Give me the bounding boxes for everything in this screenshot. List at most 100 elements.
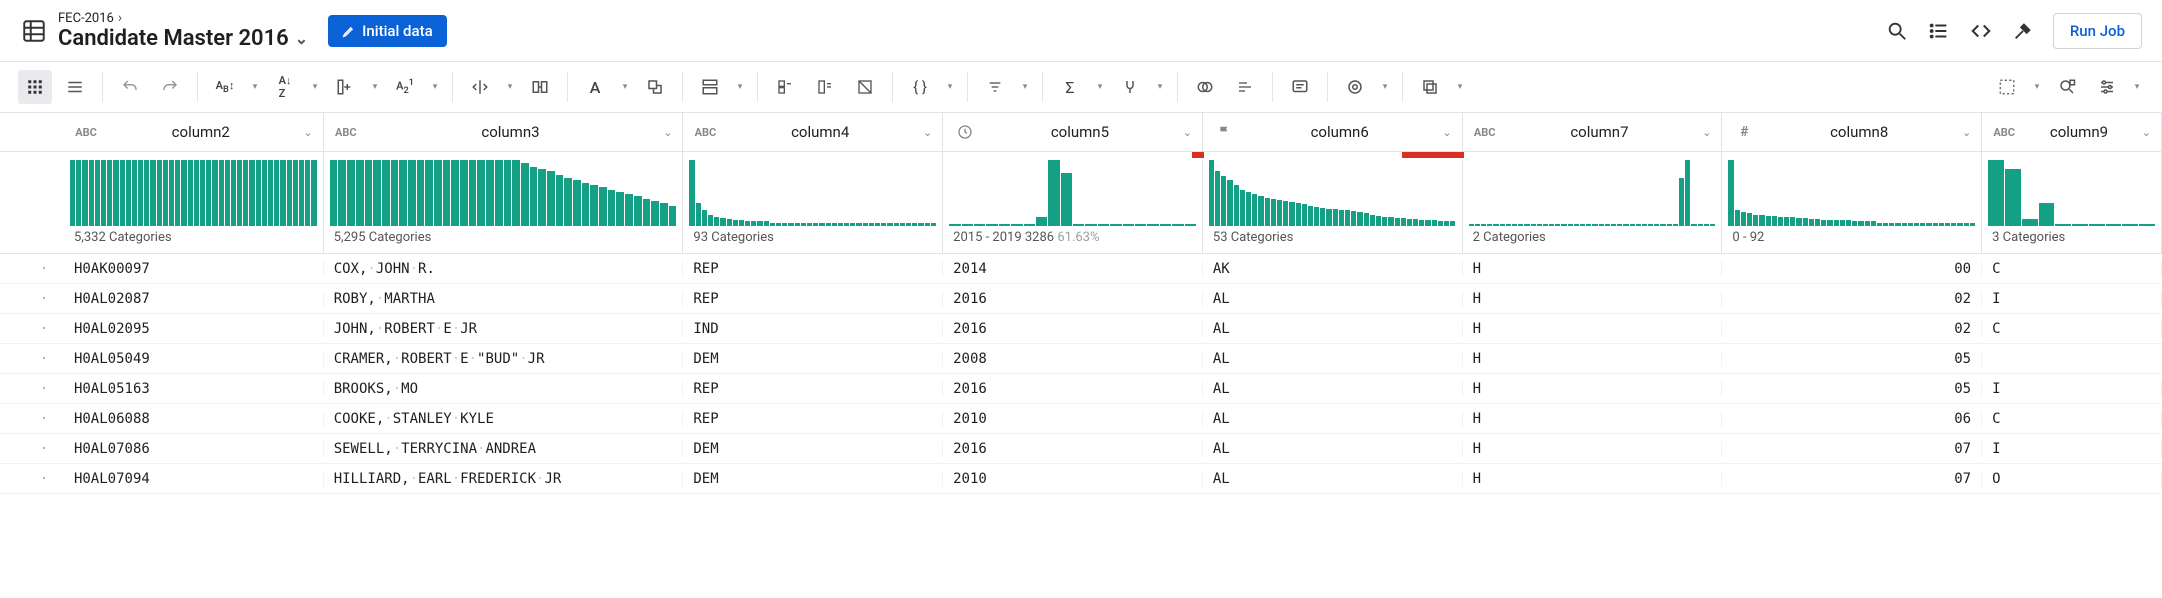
cell[interactable]: REP (683, 381, 943, 397)
cell[interactable]: AL (1203, 471, 1463, 487)
run-job-button[interactable]: Run Job (2053, 13, 2142, 49)
cell[interactable]: H0AL05163 (64, 381, 324, 397)
dropdown-icon[interactable]: ▾ (2130, 82, 2144, 92)
eyedropper-icon[interactable] (2011, 19, 2035, 43)
dropdown-icon[interactable]: ▾ (1378, 82, 1392, 92)
cell[interactable]: SEWELL,·TERRYCINA·ANDREA (324, 441, 684, 457)
list-view-button[interactable] (58, 70, 92, 104)
cell[interactable]: IND (683, 321, 943, 337)
cell[interactable]: H (1463, 381, 1723, 397)
cell[interactable]: ROBY,·MARTHA (324, 291, 684, 307)
extract-button[interactable] (638, 70, 672, 104)
numeric-button[interactable]: A21 (388, 70, 422, 104)
cell[interactable]: 2014 (943, 261, 1203, 277)
dropdown-icon[interactable]: ▾ (248, 82, 262, 92)
cell[interactable]: H0AL07086 (64, 441, 324, 457)
column-header-column5[interactable]: column5⌄ (943, 113, 1203, 151)
cell[interactable]: I (1982, 441, 2162, 457)
pivot-button[interactable] (768, 70, 802, 104)
cell[interactable]: AL (1203, 291, 1463, 307)
histogram-column4[interactable] (683, 152, 943, 226)
cell[interactable]: H0AL02087 (64, 291, 324, 307)
table-row[interactable]: ·H0AK00097COX,·JOHN·R.REP2014AKH00C (0, 254, 2162, 284)
braces-button[interactable]: { } (903, 70, 937, 104)
column-header-column2[interactable]: ABCcolumn2⌄ (64, 113, 324, 151)
dropdown-icon[interactable]: ▾ (943, 82, 957, 92)
cell[interactable]: COX,·JOHN·R. (324, 261, 684, 277)
cell[interactable]: H (1463, 411, 1723, 427)
cell[interactable]: BROOKS,·MO (324, 381, 684, 397)
cell[interactable]: H0AK00097 (64, 261, 324, 277)
cell[interactable]: DEM (683, 471, 943, 487)
cell[interactable]: 2016 (943, 321, 1203, 337)
redo-button[interactable] (153, 70, 187, 104)
sort-button[interactable]: A↓Z (268, 70, 302, 104)
dropdown-icon[interactable]: ▾ (1018, 82, 1032, 92)
filter-button[interactable] (978, 70, 1012, 104)
chevron-down-icon[interactable]: ⌄ (304, 126, 313, 139)
cell[interactable]: 05 (1722, 351, 1982, 367)
venn-button[interactable] (1188, 70, 1222, 104)
settings-button[interactable] (2090, 70, 2124, 104)
cell[interactable]: C (1982, 321, 2162, 337)
table-row[interactable]: ·H0AL05049CRAMER,·ROBERT·E·"BUD"·JRDEM20… (0, 344, 2162, 374)
cell[interactable]: AL (1203, 321, 1463, 337)
cell[interactable]: 07 (1722, 441, 1982, 457)
cell[interactable]: DEM (683, 351, 943, 367)
cell[interactable]: H0AL02095 (64, 321, 324, 337)
cell[interactable]: JOHN,·ROBERT·E·JR (324, 321, 684, 337)
cell[interactable]: C (1982, 261, 2162, 277)
cell[interactable]: O (1982, 471, 2162, 487)
cell[interactable]: 00 (1722, 261, 1982, 277)
cell[interactable]: 2010 (943, 411, 1203, 427)
chevron-down-icon[interactable]: ⌄ (1962, 126, 1971, 139)
selection-button[interactable] (1990, 70, 2024, 104)
cell[interactable]: 07 (1722, 471, 1982, 487)
cell[interactable]: 05 (1722, 381, 1982, 397)
histogram-column9[interactable] (1982, 152, 2162, 226)
dropdown-icon[interactable]: ▾ (1153, 82, 1167, 92)
cell[interactable]: HILLIARD,·EARL·FREDERICK·JR (324, 471, 684, 487)
initial-data-button[interactable]: Initial data (328, 15, 447, 47)
cell[interactable]: 2016 (943, 441, 1203, 457)
column-header-column6[interactable]: column6⌄ (1203, 113, 1463, 151)
table-row[interactable]: ·H0AL02087ROBY,·MARTHAREP2016ALH02I (0, 284, 2162, 314)
split-column-button[interactable] (463, 70, 497, 104)
page-title[interactable]: Candidate Master 2016 ⌄ (58, 26, 308, 51)
cell[interactable]: REP (683, 261, 943, 277)
histogram-column2[interactable] (64, 152, 324, 226)
insert-column-button[interactable] (328, 70, 362, 104)
cell[interactable]: 2008 (943, 351, 1203, 367)
transform-ab-button[interactable]: AB↕ (208, 70, 242, 104)
align-button[interactable] (1228, 70, 1262, 104)
chevron-down-icon[interactable]: ⌄ (923, 126, 932, 139)
sigma-button[interactable]: Σ (1053, 70, 1087, 104)
dropdown-icon[interactable]: ▾ (1093, 82, 1107, 92)
breadcrumb-root[interactable]: FEC-2016 (58, 11, 114, 26)
chevron-down-icon[interactable]: ⌄ (2142, 126, 2151, 139)
histogram-column7[interactable] (1463, 152, 1723, 226)
dropdown-icon[interactable]: ▾ (428, 82, 442, 92)
cell[interactable]: H (1463, 471, 1723, 487)
breadcrumb[interactable]: FEC-2016 › (58, 10, 308, 26)
table-row[interactable]: ·H0AL07086SEWELL,·TERRYCINA·ANDREADEM201… (0, 434, 2162, 464)
chevron-down-icon[interactable]: ⌄ (1702, 126, 1711, 139)
column-header-column9[interactable]: ABCcolumn9⌄ (1982, 113, 2162, 151)
dropdown-icon[interactable]: ▾ (733, 82, 747, 92)
join-button[interactable] (1113, 70, 1147, 104)
histogram-column5[interactable] (943, 152, 1203, 226)
histogram-column8[interactable] (1722, 152, 1982, 226)
cell[interactable]: H0AL05049 (64, 351, 324, 367)
table-row[interactable]: ·H0AL05163BROOKS,·MOREP2016ALH05I (0, 374, 2162, 404)
cell[interactable]: 2010 (943, 471, 1203, 487)
cell[interactable]: H (1463, 321, 1723, 337)
table-row[interactable]: ·H0AL02095JOHN,·ROBERT·E·JRIND2016ALH02C (0, 314, 2162, 344)
search-icon[interactable] (1885, 19, 1909, 43)
grid-view-button[interactable] (18, 70, 52, 104)
histogram-column3[interactable] (324, 152, 684, 226)
merge-column-button[interactable] (523, 70, 557, 104)
cell[interactable]: 2016 (943, 291, 1203, 307)
cell[interactable]: AL (1203, 351, 1463, 367)
chevron-down-icon[interactable]: ⌄ (1183, 126, 1192, 139)
cell[interactable]: DEM (683, 441, 943, 457)
